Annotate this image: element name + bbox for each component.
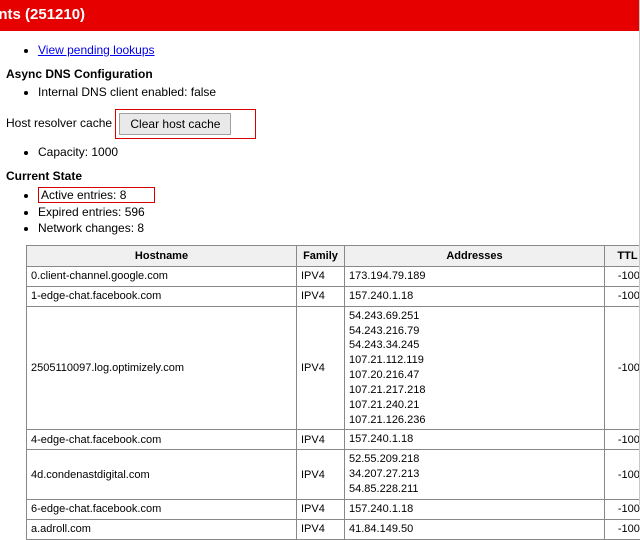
dns-table: Hostname Family Addresses TTL 0.client-c…: [26, 245, 640, 540]
cell-addresses: 157.240.1.18: [345, 430, 605, 450]
cell-ttl: -1000: [605, 450, 640, 500]
cell-family: IPV4: [297, 267, 345, 287]
table-row: a.adroll.comIPV441.84.149.50-1000: [27, 519, 640, 539]
table-row: 6-edge-chat.facebook.comIPV4157.240.1.18…: [27, 499, 640, 519]
top-links-list: View pending lookups: [6, 43, 640, 57]
highlight-box-active-entries: Active entries: 8: [38, 187, 155, 203]
cell-ttl: -1000: [605, 499, 640, 519]
current-state-heading: Current State: [6, 169, 640, 183]
page-banner: ents (251210): [0, 0, 640, 31]
network-changes-item: Network changes: 8: [38, 221, 640, 235]
expired-entries-item: Expired entries: 596: [38, 205, 640, 219]
col-family: Family: [297, 246, 345, 267]
cell-family: IPV4: [297, 519, 345, 539]
cell-ttl: -1000: [605, 267, 640, 287]
cell-hostname: 2505110097.log.optimizely.com: [27, 306, 297, 430]
table-row: 0.client-channel.google.comIPV4173.194.7…: [27, 267, 640, 287]
table-row: 4d.condenastdigital.comIPV452.55.209.218…: [27, 450, 640, 500]
cell-family: IPV4: [297, 450, 345, 500]
dns-client-enabled: Internal DNS client enabled: false: [38, 85, 640, 99]
async-dns-list: Internal DNS client enabled: false: [6, 85, 640, 99]
async-dns-heading: Async DNS Configuration: [6, 67, 640, 81]
table-header-row: Hostname Family Addresses TTL: [27, 246, 640, 267]
cell-family: IPV4: [297, 430, 345, 450]
cell-hostname: 1-edge-chat.facebook.com: [27, 286, 297, 306]
cell-ttl: -1000: [605, 519, 640, 539]
main-content: View pending lookups Async DNS Configura…: [0, 31, 640, 540]
cell-family: IPV4: [297, 499, 345, 519]
col-ttl: TTL: [605, 246, 640, 267]
cell-addresses: 41.84.149.50: [345, 519, 605, 539]
cell-ttl: -1000: [605, 430, 640, 450]
list-item: View pending lookups: [38, 43, 640, 57]
cell-hostname: a.adroll.com: [27, 519, 297, 539]
col-hostname: Hostname: [27, 246, 297, 267]
cell-addresses: 157.240.1.18: [345, 499, 605, 519]
cell-hostname: 6-edge-chat.facebook.com: [27, 499, 297, 519]
cell-ttl: -1000: [605, 306, 640, 430]
capacity-list: Capacity: 1000: [6, 145, 640, 159]
cell-hostname: 0.client-channel.google.com: [27, 267, 297, 287]
col-addresses: Addresses: [345, 246, 605, 267]
cell-addresses: 173.194.79.189: [345, 267, 605, 287]
capacity-item: Capacity: 1000: [38, 145, 640, 159]
cell-hostname: 4-edge-chat.facebook.com: [27, 430, 297, 450]
cell-ttl: -1000: [605, 286, 640, 306]
banner-title: ents (251210): [0, 6, 85, 23]
table-row: 2505110097.log.optimizely.comIPV454.243.…: [27, 306, 640, 430]
current-state-list: Active entries: 8 Expired entries: 596 N…: [6, 187, 640, 235]
cell-family: IPV4: [297, 306, 345, 430]
highlight-box-clear-button: Clear host cache: [115, 109, 256, 139]
cell-addresses: 52.55.209.21834.207.27.21354.85.228.211: [345, 450, 605, 500]
cell-addresses: 157.240.1.18: [345, 286, 605, 306]
host-resolver-row: Host resolver cache Clear host cache: [6, 109, 640, 139]
active-entries-item: Active entries: 8: [38, 187, 640, 203]
clear-host-cache-button[interactable]: Clear host cache: [119, 113, 231, 135]
table-row: 1-edge-chat.facebook.comIPV4157.240.1.18…: [27, 286, 640, 306]
host-resolver-label: Host resolver cache: [6, 116, 112, 130]
table-row: 4-edge-chat.facebook.comIPV4157.240.1.18…: [27, 430, 640, 450]
view-pending-lookups-link[interactable]: View pending lookups: [38, 43, 155, 57]
cell-hostname: 4d.condenastdigital.com: [27, 450, 297, 500]
dns-table-wrap: Hostname Family Addresses TTL 0.client-c…: [26, 245, 640, 540]
cell-addresses: 54.243.69.25154.243.216.7954.243.34.2451…: [345, 306, 605, 430]
cell-family: IPV4: [297, 286, 345, 306]
